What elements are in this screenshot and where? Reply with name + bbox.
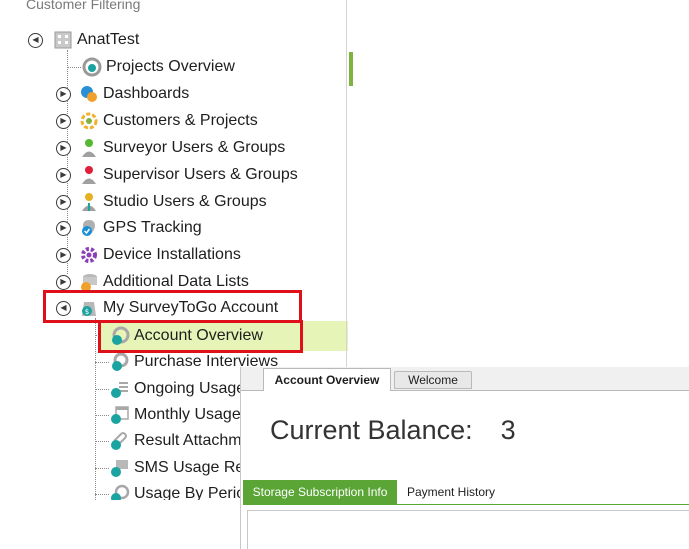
tree-item-label: GPS Tracking	[103, 219, 202, 236]
device-installations-icon	[81, 247, 97, 263]
current-balance-value: 3	[500, 415, 516, 445]
tree-item-customers-projects[interactable]: ▶ Customers & Projects	[56, 109, 258, 133]
annotation-box-account	[43, 290, 302, 323]
projects-overview-icon	[82, 57, 102, 77]
subtab-content-area	[247, 510, 689, 549]
dashboards-icon	[81, 86, 97, 102]
customers-projects-icon	[80, 112, 98, 130]
tree-connector	[67, 67, 81, 68]
gps-tracking-icon	[82, 220, 95, 236]
purchase-interviews-icon	[112, 352, 129, 371]
tree-item-label: Device Installations	[103, 246, 241, 263]
tree-connector	[95, 415, 109, 416]
tab-welcome[interactable]: Welcome	[394, 371, 472, 389]
account-overview-panel: Account Overview Welcome Current Balance…	[240, 367, 689, 549]
tree-root-anattest[interactable]: ◀ AnatTest	[28, 28, 139, 52]
current-balance-label: Current Balance:	[270, 415, 473, 445]
monthly-usage-icon	[111, 406, 129, 424]
tree-connector	[95, 468, 109, 469]
tree-item-label: Projects Overview	[106, 58, 235, 75]
tree-item-label: Studio Users & Groups	[103, 193, 267, 210]
tree-item-ongoing-usage[interactable]: Ongoing Usage	[110, 377, 245, 401]
panel-header: Customer Filtering	[26, 0, 141, 12]
tree-item-label: Additional Data Lists	[103, 273, 249, 290]
result-attachments-icon	[111, 432, 127, 450]
expand-icon[interactable]: ▶	[56, 86, 71, 102]
tree-item-studio-users[interactable]: ▶ Studio Users & Groups	[56, 190, 267, 214]
expand-icon[interactable]: ▶	[56, 274, 71, 290]
expand-icon[interactable]: ▶	[56, 220, 71, 236]
expand-icon[interactable]: ▶	[56, 113, 71, 129]
expand-icon[interactable]: ▶	[56, 167, 71, 183]
tree-item-label: Ongoing Usage	[134, 380, 246, 397]
panel-splitter-handle[interactable]	[349, 52, 353, 86]
tree-root-label: AnatTest	[77, 31, 140, 48]
subtab-payment-history[interactable]: Payment History	[399, 480, 503, 504]
annotation-box-account-overview	[98, 320, 303, 353]
sms-usage-icon	[111, 460, 128, 477]
tree-connector	[95, 494, 109, 495]
current-balance: Current Balance: 3	[270, 415, 516, 446]
tree-item-label: Monthly Usage	[134, 406, 241, 423]
usage-by-period-icon	[111, 484, 130, 500]
expand-icon[interactable]: ▶	[56, 140, 71, 156]
ongoing-usage-icon	[111, 382, 128, 398]
studio-user-icon	[82, 193, 96, 211]
tree-connector	[95, 441, 109, 442]
tree-item-device-installations[interactable]: ▶ Device Installations	[56, 243, 241, 267]
tree-connector	[95, 389, 109, 390]
tree-item-usage-by-period[interactable]: Usage By Period	[110, 482, 254, 500]
expand-icon[interactable]: ▶	[56, 194, 71, 210]
tree-connector	[95, 318, 96, 500]
tree-item-monthly-usage[interactable]: Monthly Usage	[110, 403, 241, 427]
tree-connector	[95, 362, 109, 363]
tree-item-dashboards[interactable]: ▶ Dashboards	[56, 82, 189, 106]
collapse-icon[interactable]: ◀	[28, 32, 43, 48]
tree-item-projects-overview[interactable]: Projects Overview	[82, 55, 235, 79]
tree-item-label: Usage By Period	[134, 485, 255, 500]
tree-item-label: Customers & Projects	[103, 112, 258, 129]
subtab-underline	[243, 504, 689, 505]
expand-icon[interactable]: ▶	[56, 247, 71, 263]
tab-account-overview[interactable]: Account Overview	[263, 368, 391, 391]
tree-item-label: Supervisor Users & Groups	[103, 166, 298, 183]
subtab-storage-subscription[interactable]: Storage Subscription Info	[243, 480, 397, 504]
building-icon	[54, 31, 72, 49]
tree-item-label: Dashboards	[103, 85, 190, 102]
tree-item-gps-tracking[interactable]: ▶ GPS Tracking	[56, 216, 202, 240]
surveyor-user-icon	[82, 139, 96, 157]
tree-item-label: Surveyor Users & Groups	[103, 139, 286, 156]
supervisor-user-icon	[82, 166, 96, 184]
tree-item-surveyor-users[interactable]: ▶ Surveyor Users & Groups	[56, 136, 285, 160]
tree-item-supervisor-users[interactable]: ▶ Supervisor Users & Groups	[56, 163, 298, 187]
data-lists-icon	[81, 274, 97, 292]
